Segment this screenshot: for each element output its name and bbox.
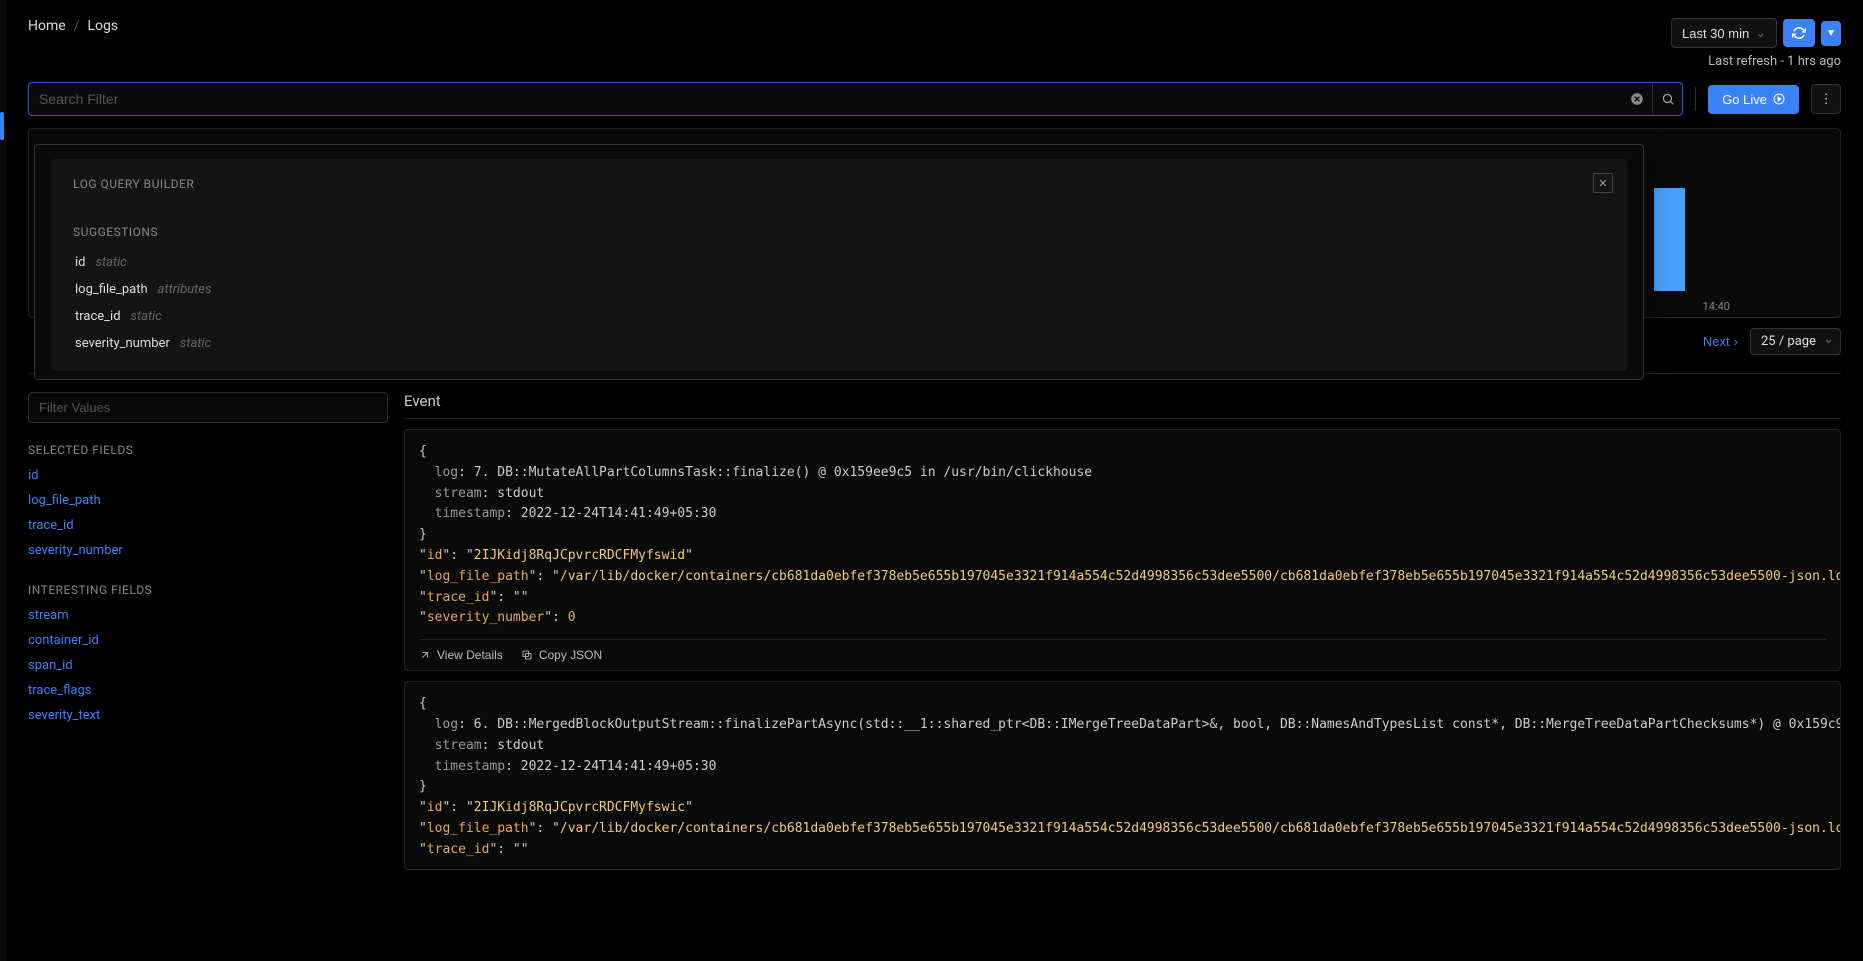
copy-icon — [521, 649, 533, 661]
query-builder-title: LOG QUERY BUILDER — [73, 177, 1605, 191]
field-item[interactable]: span_id — [28, 653, 388, 678]
log-value: 7. DB::MutateAllPartColumnsTask::finaliz… — [474, 465, 1092, 480]
go-live-button[interactable]: Go Live — [1708, 85, 1799, 114]
log-id: 2IJKidj8RqJCpvrcRDCFMyfswic — [474, 800, 685, 815]
filter-values-input[interactable] — [28, 392, 388, 423]
page-size-label: 25 / page — [1761, 334, 1816, 349]
log-id: 2IJKidj8RqJCpvrcRDCFMyfswid — [474, 548, 685, 563]
search-input[interactable] — [29, 83, 1622, 115]
top-right-controls: Last 30 min ⌄ ▼ Last refresh - 1 hrs ago — [1671, 18, 1841, 69]
suggestions-list: id static log_file_path attributes trace… — [73, 249, 1605, 357]
caret-down-icon: ▼ — [1826, 28, 1836, 39]
refresh-icon — [1792, 26, 1806, 40]
field-item[interactable]: severity_number — [28, 538, 388, 563]
chevron-down-icon: ⌄ — [1755, 25, 1766, 41]
log-stream: stdout — [497, 738, 544, 753]
chart-bar[interactable] — [1654, 188, 1684, 291]
breadcrumb-sep: / — [74, 18, 80, 34]
selected-fields-header: SELECTED FIELDS — [28, 443, 388, 457]
clear-icon — [1630, 92, 1644, 106]
chart-tick-label: 14:40 — [1703, 300, 1730, 313]
field-item[interactable]: trace_flags — [28, 678, 388, 703]
log-severity: 0 — [568, 610, 576, 625]
breadcrumb-logs[interactable]: Logs — [87, 18, 118, 34]
suggestion-item[interactable]: log_file_path attributes — [73, 276, 1605, 303]
suggestion-item[interactable]: trace_id static — [73, 303, 1605, 330]
more-button[interactable]: ⋮ — [1811, 84, 1841, 114]
search-icon — [1661, 92, 1675, 106]
go-live-label: Go Live — [1722, 92, 1767, 107]
play-icon — [1773, 93, 1785, 105]
log-timestamp: 2022-12-24T14:41:49+05:30 — [521, 506, 717, 521]
field-item[interactable]: trace_id — [28, 513, 388, 538]
search-wrap — [28, 82, 1683, 116]
sidebar: SELECTED FIELDS id log_file_path trace_i… — [28, 392, 388, 870]
last-refresh-text: Last refresh - 1 hrs ago — [1708, 54, 1841, 69]
query-builder-overlay: ✕ LOG QUERY BUILDER SUGGESTIONS id stati… — [34, 144, 1644, 380]
interesting-fields-header: INTERESTING FIELDS — [28, 583, 388, 597]
copy-json-button[interactable]: Copy JSON — [521, 648, 602, 662]
selected-fields-list: id log_file_path trace_id severity_numbe… — [28, 463, 388, 563]
time-range-button[interactable]: Last 30 min ⌄ — [1671, 18, 1777, 48]
close-icon: ✕ — [1598, 178, 1607, 190]
field-item[interactable]: container_id — [28, 628, 388, 653]
log-value: 6. DB::MergedBlockOutputStream::finalize… — [474, 717, 1841, 732]
logs-column: Event { log: 7. DB::MutateAllPartColumns… — [404, 392, 1841, 870]
breadcrumb: Home / Logs — [28, 18, 1841, 34]
interesting-fields-list: stream container_id span_id trace_flags … — [28, 603, 388, 728]
next-label: Next — [1703, 334, 1730, 349]
field-item[interactable]: stream — [28, 603, 388, 628]
page-size-select[interactable]: 25 / page — [1750, 328, 1841, 355]
field-item[interactable]: severity_text — [28, 703, 388, 728]
log-card[interactable]: { log: 6. DB::MergedBlockOutputStream::f… — [404, 681, 1841, 869]
more-vertical-icon: ⋮ — [1819, 91, 1832, 107]
suggestions-title: SUGGESTIONS — [73, 225, 1605, 239]
suggestion-item[interactable]: severity_number static — [73, 330, 1605, 357]
log-card[interactable]: { log: 7. DB::MutateAllPartColumnsTask::… — [404, 429, 1841, 671]
refresh-dropdown[interactable]: ▼ — [1821, 21, 1841, 46]
expand-icon — [419, 649, 431, 661]
field-item[interactable]: id — [28, 463, 388, 488]
field-item[interactable]: log_file_path — [28, 488, 388, 513]
time-range-label: Last 30 min — [1682, 26, 1749, 41]
divider — [1695, 87, 1696, 111]
log-file-path: /var/lib/docker/containers/cb681da0ebfef… — [560, 821, 1841, 836]
log-file-path: /var/lib/docker/containers/cb681da0ebfef… — [560, 569, 1841, 584]
log-timestamp: 2022-12-24T14:41:49+05:30 — [521, 759, 717, 774]
suggestion-item[interactable]: id static — [73, 249, 1605, 276]
chevron-right-icon: › — [1734, 334, 1738, 349]
refresh-button[interactable] — [1783, 19, 1815, 47]
close-button[interactable]: ✕ — [1593, 173, 1613, 193]
clear-button[interactable] — [1622, 84, 1652, 114]
log-stream: stdout — [497, 486, 544, 501]
view-details-button[interactable]: View Details — [419, 648, 503, 662]
event-header: Event — [404, 392, 1841, 419]
breadcrumb-home[interactable]: Home — [28, 18, 66, 34]
search-button[interactable] — [1652, 84, 1682, 114]
next-button[interactable]: Next › — [1703, 334, 1738, 349]
